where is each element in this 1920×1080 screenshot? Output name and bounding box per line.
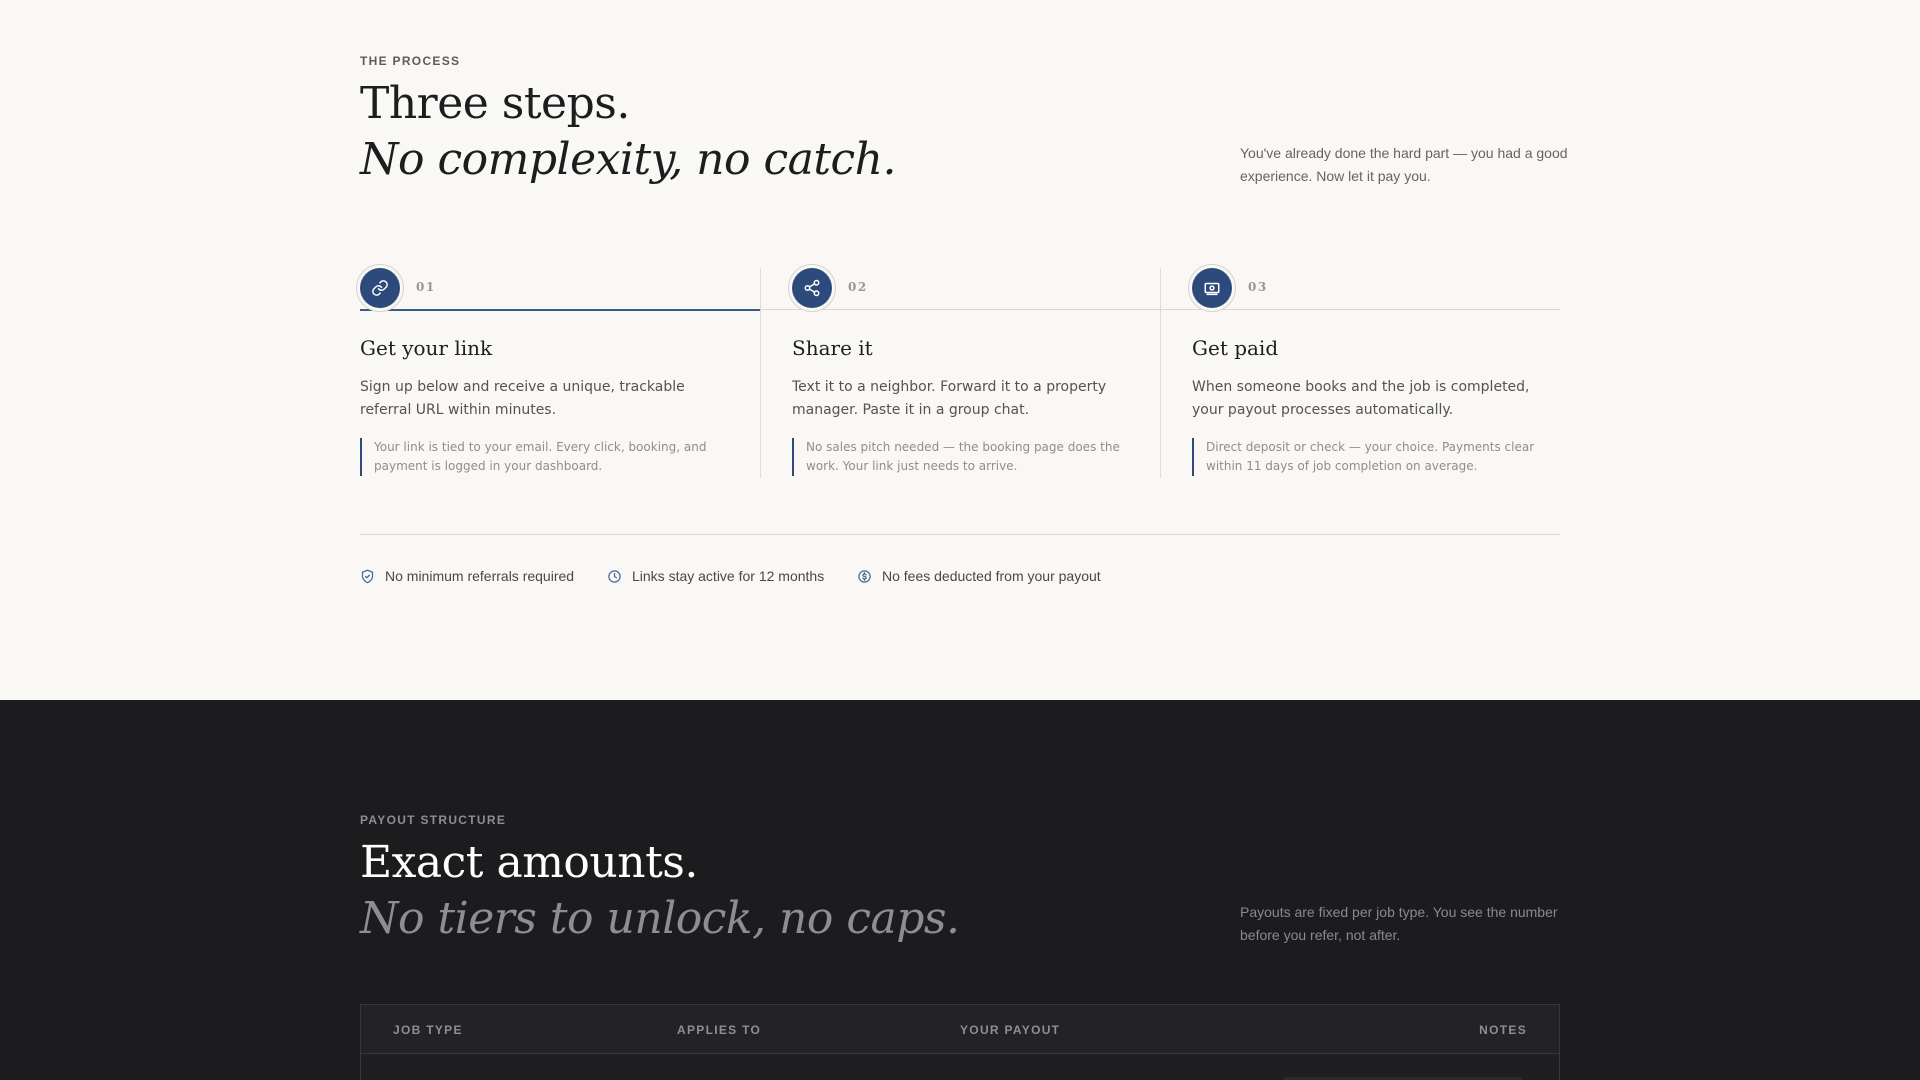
process-side-note: You've already done the hard part — you … xyxy=(1240,145,1568,184)
step-card-1: 01 Get your link Sign up below and recei… xyxy=(356,264,740,478)
payout-headline-italic: No tiers to unlock, no caps. xyxy=(360,893,960,944)
process-section: THE PROCESS Three steps. No complexity, … xyxy=(0,0,1920,700)
link-icon xyxy=(360,268,400,308)
cash-icon xyxy=(1192,268,1232,308)
dollar-icon xyxy=(858,569,871,583)
step-card-2: 02 Share it Text it to a neighbor. Forwa… xyxy=(788,264,1152,478)
payout-eyebrow: PAYOUT STRUCTURE xyxy=(360,813,507,827)
feature-no-minimum: No minimum referrals required xyxy=(360,568,574,584)
clock-icon xyxy=(608,569,621,583)
feature-label: No fees deducted from your payout xyxy=(882,568,1101,584)
step-number: 02 xyxy=(848,280,868,294)
payout-side-note: Payouts are fixed per job type. You see … xyxy=(1240,904,1558,943)
feature-links-active: Links stay active for 12 months xyxy=(607,568,824,584)
step-separator xyxy=(760,268,761,478)
step-note: No sales pitch needed — the booking page… xyxy=(792,438,1152,476)
step-number: 03 xyxy=(1248,280,1268,294)
step-card-3: 03 Get paid When someone books and the j… xyxy=(1188,264,1560,478)
step-separator xyxy=(1160,268,1161,478)
process-eyebrow: THE PROCESS xyxy=(360,54,461,68)
column-header-notes[interactable]: NOTES xyxy=(1479,1023,1527,1037)
step-title: Get paid xyxy=(1192,336,1279,360)
payout-table-header: JOB TYPE APPLIES TO YOUR PAYOUT NOTES xyxy=(361,1005,1559,1054)
process-headline: Three steps. xyxy=(360,78,630,129)
features-divider xyxy=(360,534,1560,535)
share-icon xyxy=(792,268,832,308)
feature-no-fees: No fees deducted from your payout xyxy=(857,568,1101,584)
process-headline-italic: No complexity, no catch. xyxy=(360,134,897,185)
step-description: When someone books and the job is comple… xyxy=(1192,379,1530,418)
feature-label: Links stay active for 12 months xyxy=(632,568,825,584)
step-description: Text it to a neighbor. Forward it to a p… xyxy=(792,379,1107,418)
payout-headline: Exact amounts. xyxy=(360,837,698,888)
step-note: Direct deposit or check — your choice. P… xyxy=(1192,438,1552,476)
column-header-job-type[interactable]: JOB TYPE xyxy=(393,1023,463,1037)
step-title: Get your link xyxy=(360,336,493,360)
step-number: 01 xyxy=(416,280,436,294)
step-description: Sign up below and receive a unique, trac… xyxy=(360,379,685,418)
column-header-your-payout[interactable]: YOUR PAYOUT xyxy=(960,1023,1060,1037)
step-note: Your link is tied to your email. Every c… xyxy=(360,438,720,476)
feature-label: No minimum referrals required xyxy=(385,568,575,584)
step-title: Share it xyxy=(792,336,873,360)
payout-table: JOB TYPE APPLIES TO YOUR PAYOUT NOTES xyxy=(360,1004,1560,1080)
column-header-applies-to[interactable]: APPLIES TO xyxy=(677,1023,761,1037)
shield-check-icon xyxy=(361,569,374,583)
